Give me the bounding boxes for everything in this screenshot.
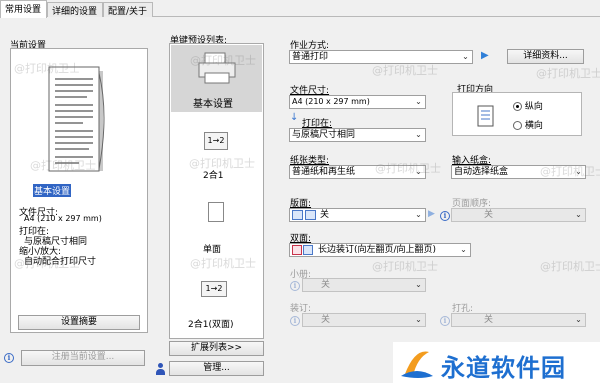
orientation-group: 纵向 横向 xyxy=(452,92,582,136)
brand-name: 永道软件园 xyxy=(441,354,566,382)
chevron-down-icon: ⌄ xyxy=(460,245,467,254)
job-details-button[interactable]: 详细资料... xyxy=(507,49,584,64)
paper-size-value: A4 (210 x 297 mm) xyxy=(24,214,102,223)
watermark: @打印机卫士 xyxy=(190,54,256,67)
current-preset-label: 基本设置 xyxy=(33,184,72,197)
two-in-one-duplex-icon: 1→2 xyxy=(201,281,227,297)
portrait-page-icon xyxy=(477,105,494,127)
job-method-value: 普通打印 xyxy=(292,52,329,62)
radio-landscape-label: 横向 xyxy=(524,121,543,131)
preset-item-label: 单面 xyxy=(203,245,222,255)
preset-item-single-sided[interactable]: 单面 xyxy=(171,194,262,255)
brand-mark-icon xyxy=(401,351,433,378)
preset-item-label: 2合1(双面) xyxy=(188,320,234,330)
duplex-select[interactable]: 长边装订(向左翻页/向上翻页) ⌄ xyxy=(289,243,471,257)
booklet-value: 关 xyxy=(321,280,331,290)
single-sided-icon xyxy=(208,202,224,222)
preset-list: 基本设置 1→2 2合1 单面 1→2 2合1(双面) xyxy=(169,43,264,339)
user-icon xyxy=(155,363,165,375)
current-settings-panel: 基本设置 文件尺寸: A4 (210 x 297 mm) 打印在: 与原稿尺寸相… xyxy=(10,48,148,333)
tab-configuration-about[interactable]: 配置/关于 xyxy=(103,2,153,17)
watermark: @打印机卫士 xyxy=(540,260,600,273)
page-order-value: 关 xyxy=(484,210,494,220)
tab-common-settings[interactable]: 常用设置 xyxy=(0,0,47,18)
info-icon: i xyxy=(290,281,300,291)
punch-select[interactable]: 关 ⌄ xyxy=(451,313,586,327)
manage-button[interactable]: 管理... xyxy=(169,361,264,376)
tab-bar: 常用设置 详细的设置 配置/关于 xyxy=(0,0,600,18)
preset-item-2in1[interactable]: 1→2 2合1 xyxy=(171,122,262,182)
chevron-down-icon: ⌄ xyxy=(415,97,422,106)
play-arrow-icon: ▶ xyxy=(481,50,489,61)
info-icon: i xyxy=(440,316,450,326)
watermark: @打印机卫士 xyxy=(190,257,256,270)
paper-type-value: 普通纸和再生纸 xyxy=(292,167,356,177)
layout-select[interactable]: 关 ⌄ xyxy=(289,208,426,222)
chevron-down-icon: ⌄ xyxy=(575,315,582,324)
booklet-select[interactable]: 关 ⌄ xyxy=(302,278,426,292)
watermark: @打印机卫士 xyxy=(14,257,80,270)
arrow-down-icon: ↓ xyxy=(290,112,299,123)
info-icon: i xyxy=(4,353,14,363)
chevron-down-icon: ⌄ xyxy=(415,130,422,139)
preset-item-label: 基本设置 xyxy=(193,99,233,110)
punch-value: 关 xyxy=(484,315,494,325)
duplex-pages-icon xyxy=(292,245,314,255)
radio-portrait[interactable]: 纵向 xyxy=(513,99,543,112)
radio-portrait-label: 纵向 xyxy=(524,102,543,112)
binding-select[interactable]: 关 ⌄ xyxy=(302,313,426,327)
tab-detailed-settings[interactable]: 详细的设置 xyxy=(47,2,103,17)
expand-list-button[interactable]: 扩展列表>> xyxy=(169,341,264,356)
watermark: @打印机卫士 xyxy=(372,260,438,273)
settings-summary-button[interactable]: 设置摘要 xyxy=(18,315,140,330)
binding-value: 关 xyxy=(321,315,331,325)
watermark: @打印机卫士 xyxy=(540,165,600,178)
watermark: @打印机卫士 xyxy=(189,157,255,170)
chevron-down-icon: ⌄ xyxy=(415,210,422,219)
chevron-down-icon: ⌄ xyxy=(415,315,422,324)
paper-size-select[interactable]: A4 (210 x 297 mm) ⌄ xyxy=(289,95,426,109)
radio-landscape[interactable]: 横向 xyxy=(513,118,543,131)
chevron-down-icon: ⌄ xyxy=(575,210,582,219)
register-current-settings-button[interactable]: 注册当前设置... xyxy=(21,350,145,366)
chevron-down-icon: ⌄ xyxy=(415,280,422,289)
watermark: @打印机卫士 xyxy=(375,162,441,175)
print-on-select-value: 与原稿尺寸相同 xyxy=(292,130,356,140)
chevron-down-icon: ⌄ xyxy=(462,52,469,61)
duplex-value: 长边装订(向左翻页/向上翻页) xyxy=(318,245,437,255)
page-order-select[interactable]: 关 ⌄ xyxy=(451,208,586,222)
print-on-select[interactable]: 与原稿尺寸相同 ⌄ xyxy=(289,128,426,142)
layout-pages-icon xyxy=(292,210,316,220)
info-icon: i xyxy=(440,211,450,221)
info-icon: i xyxy=(290,316,300,326)
paper-size-select-value: A4 (210 x 297 mm) xyxy=(292,97,370,106)
input-tray-value: 自动选择纸盒 xyxy=(454,167,509,177)
layout-value: 关 xyxy=(320,210,330,220)
watermark: @打印机卫士 xyxy=(372,64,438,77)
watermark: @打印机卫士 xyxy=(536,67,600,80)
watermark: @打印机卫士 xyxy=(30,159,96,172)
two-in-one-icon: 1→2 xyxy=(204,132,228,150)
preset-item-2in1-duplex[interactable]: 1→2 2合1(双面) xyxy=(171,269,262,330)
play-arrow-icon: ▶ xyxy=(428,209,435,219)
brand-logo: 永道软件园 xyxy=(393,342,600,383)
watermark: @打印机卫士 xyxy=(14,62,80,75)
